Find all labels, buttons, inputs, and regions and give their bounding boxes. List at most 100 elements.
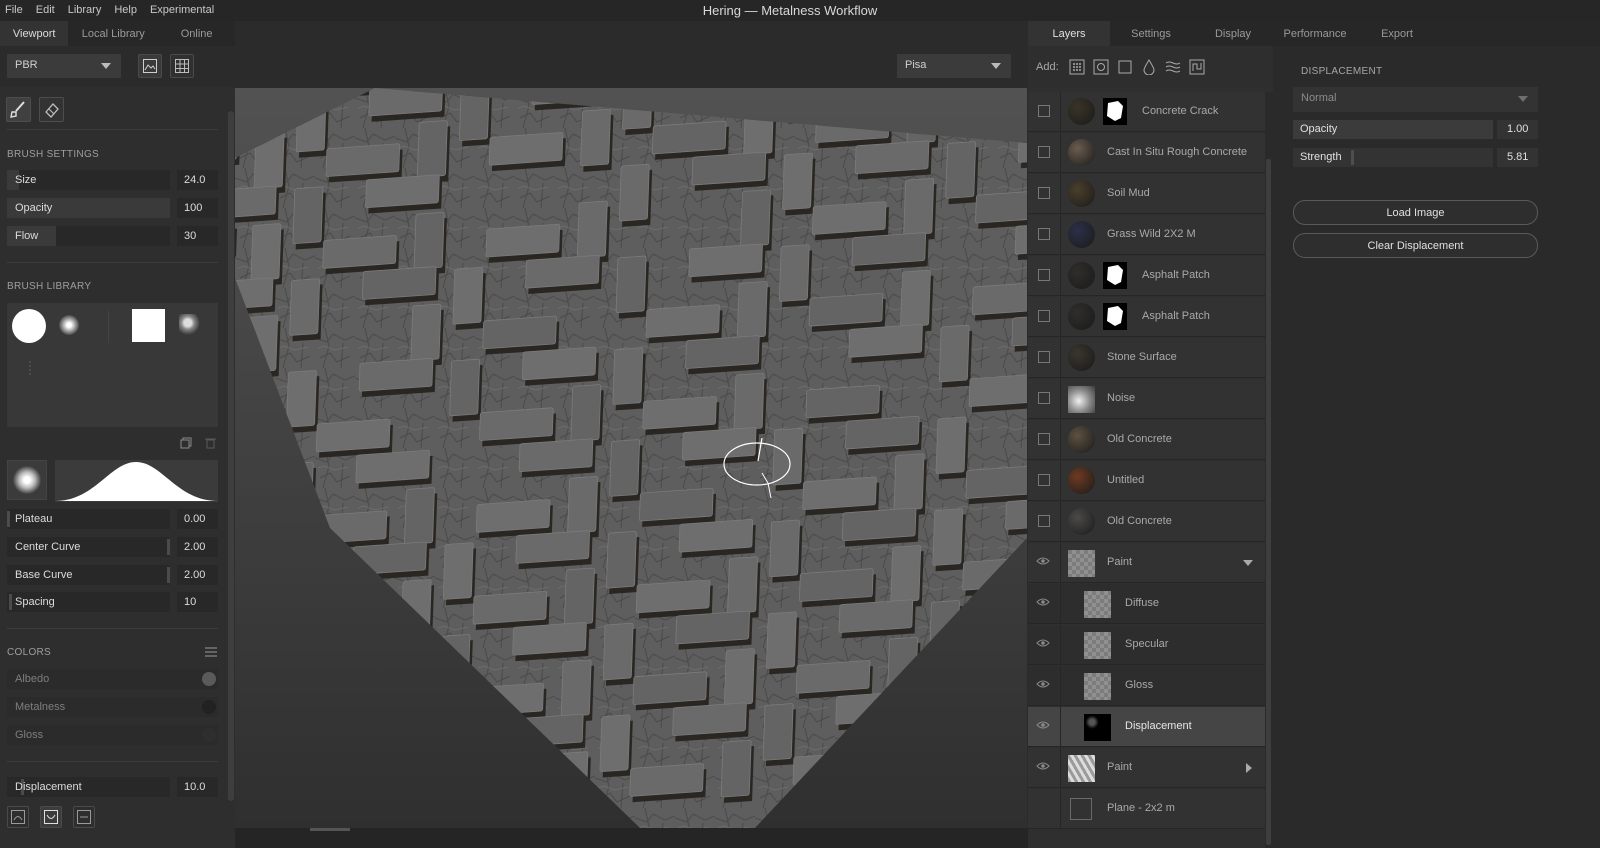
eye-icon[interactable] xyxy=(1036,638,1050,651)
eye-icon[interactable] xyxy=(1036,597,1050,610)
plateau-slider[interactable]: Plateau xyxy=(7,509,170,529)
left-panel-scrollbar[interactable] xyxy=(228,111,234,801)
hard-round-brush[interactable] xyxy=(12,309,46,343)
strength-slider[interactable]: Strength xyxy=(1293,148,1493,167)
3d-viewport[interactable] xyxy=(235,88,1027,828)
albedo-swatch[interactable] xyxy=(202,672,216,686)
albedo-color-row[interactable]: Albedo xyxy=(7,669,218,689)
spacing-slider[interactable]: Spacing xyxy=(7,592,170,612)
circle-square-icon[interactable] xyxy=(1093,59,1109,75)
scroll-thumb[interactable] xyxy=(1266,159,1271,845)
displacement-slider[interactable]: Displacement xyxy=(7,777,170,797)
opacity-value[interactable]: 100 xyxy=(177,198,218,218)
load-image-button[interactable]: Load Image xyxy=(1293,200,1538,225)
eraser-tool-button[interactable] xyxy=(39,97,64,122)
layer-visibility-checkbox[interactable] xyxy=(1038,269,1050,281)
spacing-value[interactable]: 10 xyxy=(177,592,218,612)
layer-visibility-checkbox[interactable] xyxy=(1038,392,1050,404)
blend-mode-dropdown[interactable]: Normal xyxy=(1293,87,1538,112)
layer-opacity-slider[interactable]: Opacity xyxy=(1293,120,1493,139)
layer-row[interactable]: Stone Surface xyxy=(1028,338,1265,378)
base-curve-value[interactable]: 2.00 xyxy=(177,565,218,585)
paint-tool-button[interactable] xyxy=(6,97,31,122)
metalness-swatch[interactable] xyxy=(202,700,216,714)
layers-scrollbar[interactable] xyxy=(1265,92,1273,848)
layer-visibility-checkbox[interactable] xyxy=(1038,228,1050,240)
list-menu-icon[interactable] xyxy=(205,647,217,657)
stack-up-button[interactable] xyxy=(7,806,29,828)
layer-row[interactable]: Plane - 2x2 m xyxy=(1028,789,1265,829)
tab-export[interactable]: Export xyxy=(1356,21,1438,46)
opacity-slider[interactable]: Opacity xyxy=(7,198,170,218)
clear-displacement-button[interactable]: Clear Displacement xyxy=(1293,233,1538,258)
layer-visibility-checkbox[interactable] xyxy=(1038,433,1050,445)
layer-visibility-checkbox[interactable] xyxy=(1038,187,1050,199)
layer-row[interactable]: Old Concrete xyxy=(1028,502,1265,542)
environment-dropdown[interactable]: Pisa xyxy=(897,54,1011,78)
layer-visibility-checkbox[interactable] xyxy=(1038,474,1050,486)
stack-flat-button[interactable] xyxy=(73,806,95,828)
layer-row[interactable]: Asphalt Patch xyxy=(1028,256,1265,296)
layer-row[interactable]: Diffuse xyxy=(1028,584,1265,624)
layer-visibility-checkbox[interactable] xyxy=(1038,146,1050,158)
tab-online[interactable]: Online xyxy=(158,21,235,46)
gloss-swatch[interactable] xyxy=(202,728,216,742)
metalness-color-row[interactable]: Metalness xyxy=(7,697,218,717)
chevron-down-icon[interactable] xyxy=(1243,558,1253,570)
layer-row[interactable]: Noise xyxy=(1028,379,1265,419)
plateau-value[interactable]: 0.00 xyxy=(177,509,218,529)
square-icon[interactable] xyxy=(1117,59,1133,75)
layer-visibility-checkbox[interactable] xyxy=(1038,351,1050,363)
drop-icon[interactable] xyxy=(1141,59,1157,75)
chevron-right-icon[interactable] xyxy=(1245,763,1253,776)
square-brush[interactable] xyxy=(132,309,165,342)
tab-viewport[interactable]: Viewport xyxy=(0,21,69,46)
tab-performance[interactable]: Performance xyxy=(1274,21,1356,46)
layer-visibility-checkbox[interactable] xyxy=(1038,515,1050,527)
waves-icon[interactable] xyxy=(1165,59,1181,75)
tab-local-library[interactable]: Local Library xyxy=(68,21,159,46)
duplicate-brush-icon[interactable] xyxy=(180,437,192,449)
layer-row[interactable]: Displacement xyxy=(1028,707,1265,747)
timeline-handle[interactable] xyxy=(310,828,350,831)
center-curve-slider[interactable]: Center Curve xyxy=(7,537,170,557)
eye-icon[interactable] xyxy=(1036,679,1050,692)
layer-row[interactable]: Concrete Crack xyxy=(1028,92,1265,132)
tab-layers[interactable]: Layers xyxy=(1028,21,1110,46)
tab-display[interactable]: Display xyxy=(1192,21,1274,46)
soft-round-brush[interactable] xyxy=(59,315,79,335)
layer-row[interactable]: Paint xyxy=(1028,748,1265,788)
size-slider[interactable]: Size xyxy=(7,170,170,190)
dots-grid-icon[interactable] xyxy=(1069,59,1085,75)
layer-row[interactable]: Paint xyxy=(1028,543,1265,583)
eye-icon[interactable] xyxy=(1036,720,1050,733)
curve-icon[interactable] xyxy=(1189,59,1205,75)
scatter-brush[interactable] xyxy=(179,314,201,336)
displacement-value[interactable]: 10.0 xyxy=(177,777,218,797)
tab-settings[interactable]: Settings xyxy=(1110,21,1192,46)
flow-slider[interactable]: Flow xyxy=(7,226,170,246)
layer-row[interactable]: Untitled xyxy=(1028,461,1265,501)
layer-opacity-value[interactable]: 1.00 xyxy=(1497,120,1538,139)
layer-row[interactable]: Old Concrete xyxy=(1028,420,1265,460)
center-curve-value[interactable]: 2.00 xyxy=(177,537,218,557)
eye-icon[interactable] xyxy=(1036,761,1050,774)
stack-down-button[interactable] xyxy=(40,806,62,828)
layer-row[interactable]: Gloss xyxy=(1028,666,1265,706)
layer-visibility-checkbox[interactable] xyxy=(1038,310,1050,322)
layer-visibility-checkbox[interactable] xyxy=(1038,105,1050,117)
layer-row[interactable]: Specular xyxy=(1028,625,1265,665)
strength-value[interactable]: 5.81 xyxy=(1497,148,1538,167)
flow-value[interactable]: 30 xyxy=(177,226,218,246)
eye-icon[interactable] xyxy=(1036,556,1050,569)
layer-row[interactable]: Soil Mud xyxy=(1028,174,1265,214)
layer-row[interactable]: Cast In Situ Rough Concrete xyxy=(1028,133,1265,173)
grid-toggle-button[interactable] xyxy=(170,54,194,78)
layer-row[interactable]: Grass Wild 2X2 M xyxy=(1028,215,1265,255)
render-mode-dropdown[interactable]: PBR xyxy=(7,54,121,78)
gloss-color-row[interactable]: Gloss xyxy=(7,725,218,745)
layer-row[interactable]: Asphalt Patch xyxy=(1028,297,1265,337)
base-curve-slider[interactable]: Base Curve xyxy=(7,565,170,585)
size-value[interactable]: 24.0 xyxy=(177,170,218,190)
trash-icon[interactable] xyxy=(205,437,216,449)
